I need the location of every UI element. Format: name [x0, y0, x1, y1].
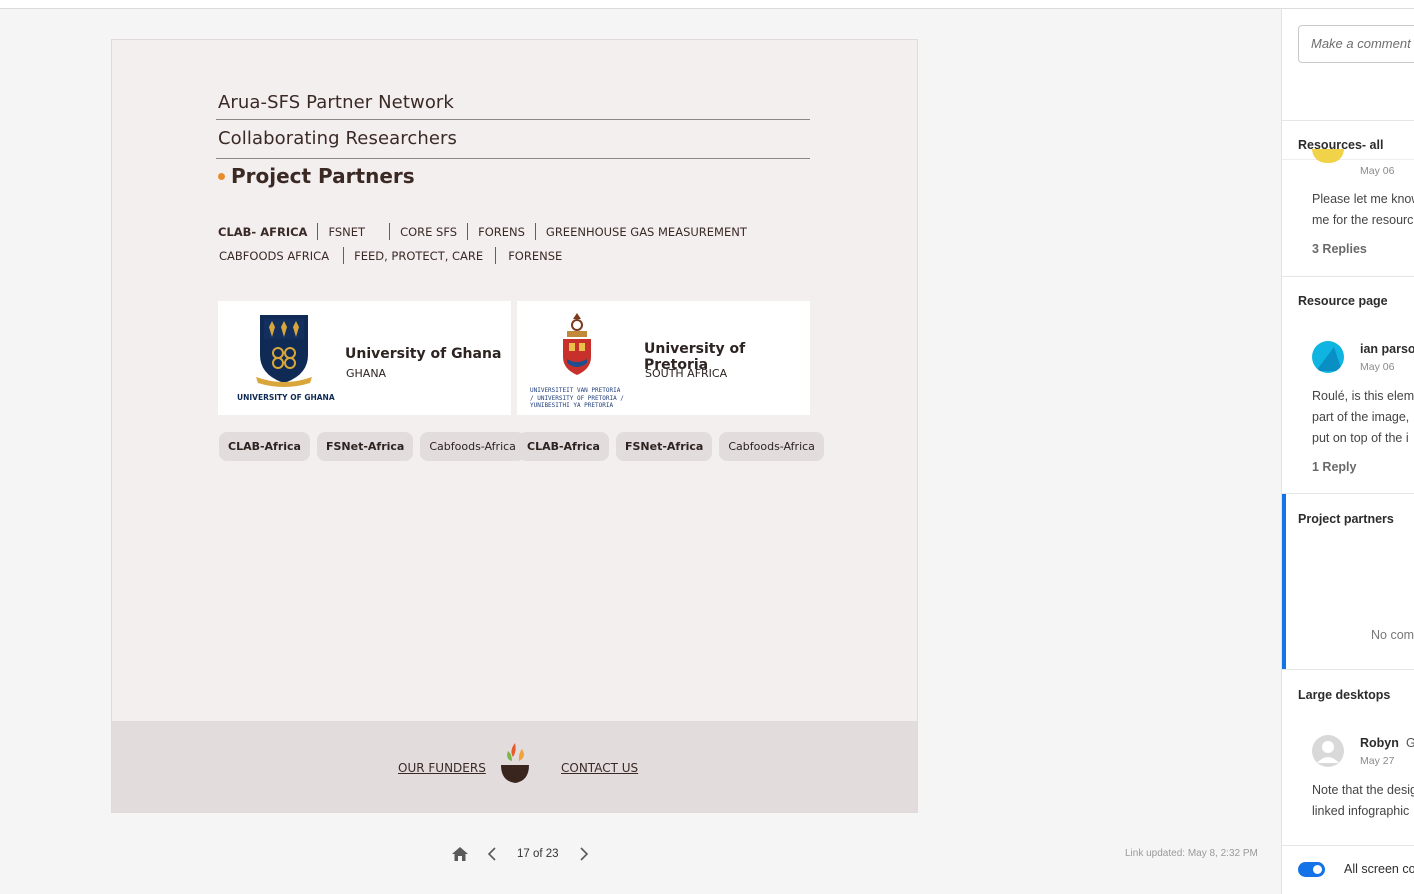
tag[interactable]: CLAB-Africa [219, 432, 310, 461]
screen-pager: 17 of 23 [449, 843, 595, 865]
comments-panel: Make a comment Resources- all May 06 Ple… [1281, 9, 1414, 894]
partner-country: GHANA [346, 367, 387, 380]
filter-cabfoods-africa[interactable]: CABFOODS AFRICA [218, 249, 343, 263]
divider [1282, 159, 1414, 160]
selected-indicator [1282, 494, 1286, 670]
comment-group-title: Resource page [1298, 294, 1388, 308]
comment-date: May 27 [1360, 755, 1395, 767]
avatar [1312, 735, 1344, 767]
chevron-left-icon [487, 847, 496, 861]
section-title: Project Partners [231, 164, 415, 188]
no-comments-text: No com [1371, 628, 1414, 642]
artboard-footer: OUR FUNDERS CONTACT US [112, 721, 917, 812]
chevron-right-icon [580, 847, 588, 861]
nav-divider [216, 119, 810, 120]
link-updated-text: Link updated: May 8, 2:32 PM [1125, 848, 1258, 859]
all-screens-toggle-label: All screen co [1344, 862, 1414, 876]
top-toolbar [0, 0, 1414, 9]
partner-card-pretoria[interactable]: UNIVERSITEIT VAN PRETORIA / UNIVERSITY O… [517, 301, 810, 415]
logo-caption: UNIVERSITEIT VAN PRETORIA / UNIVERSITY O… [530, 387, 624, 409]
partner-card-ghana[interactable]: UNIVERSITY OF GHANA University of Ghana … [218, 301, 511, 415]
comment-text-line: Note that the desig [1312, 783, 1414, 797]
filter-row: CABFOODS AFRICA FEED, PROTECT, CARE FORE… [218, 247, 572, 264]
section-heading: Project Partners [218, 164, 415, 188]
avatar-image [1312, 341, 1344, 373]
comment-input[interactable]: Make a comment [1298, 25, 1414, 63]
tag[interactable]: Cabfoods-Africa [719, 432, 824, 461]
tag[interactable]: FSNet-Africa [316, 432, 414, 461]
home-icon [452, 847, 468, 861]
filter-feed-protect-care[interactable]: FEED, PROTECT, CARE [344, 249, 495, 263]
comment-group-resources-all[interactable]: Resources- all May 06 Please let me know… [1282, 120, 1414, 276]
tag[interactable]: Cabfoods-Africa [420, 432, 525, 461]
home-button[interactable] [449, 843, 471, 865]
comment-author-extra: G [1406, 736, 1414, 750]
nav-item-collaborating-researchers[interactable]: Collaborating Researchers [218, 128, 457, 149]
partner-country: SOUTH AFRICA [645, 367, 728, 380]
screen-counter: 17 of 23 [517, 848, 559, 860]
comment-text-line: Roulé, is this elem [1312, 389, 1414, 403]
filter-forense[interactable]: FORENSE [496, 249, 572, 263]
artboard-preview[interactable]: Arua-SFS Partner Network Collaborating R… [111, 39, 918, 813]
nav-divider [216, 158, 810, 159]
nav-item-partner-network[interactable]: Arua-SFS Partner Network [218, 92, 454, 113]
comment-author: ian parso [1360, 342, 1414, 356]
comment-date: May 06 [1360, 361, 1395, 373]
previous-screen-button[interactable] [481, 843, 503, 865]
comment-group-resource-page[interactable]: Resource page ian parso May 06 Roulé, is… [1282, 276, 1414, 493]
partner-name: University of Ghana [345, 346, 502, 362]
filter-greenhouse-gas[interactable]: GREENHOUSE GAS MEASUREMENT [536, 225, 757, 239]
university-of-pretoria-crest-icon [563, 313, 591, 375]
funders-logo-icon [501, 743, 529, 783]
comment-group-project-partners[interactable]: Project partners No com [1282, 493, 1414, 670]
bullet-icon [218, 172, 225, 180]
tag[interactable]: FSNet-Africa [615, 432, 713, 461]
comment-group-title: Project partners [1298, 512, 1394, 526]
avatar [1312, 149, 1344, 163]
replies-link[interactable]: 1 Reply [1312, 460, 1356, 474]
our-funders-link[interactable]: OUR FUNDERS [398, 761, 486, 775]
university-of-ghana-crest-icon [256, 315, 312, 387]
comment-group-title: Large desktops [1298, 688, 1391, 702]
filter-fsnet[interactable]: FSNET [318, 225, 389, 239]
tag[interactable]: CLAB-Africa [518, 432, 609, 461]
comment-text-line: put on top of the i [1312, 431, 1409, 445]
next-screen-button[interactable] [573, 843, 595, 865]
filter-core-sfs[interactable]: CORE SFS [390, 225, 467, 239]
contact-us-link[interactable]: CONTACT US [561, 761, 638, 775]
replies-link[interactable]: 3 Replies [1312, 242, 1367, 256]
comment-text-line: me for the resourc [1312, 213, 1414, 227]
comment-group-large-desktops[interactable]: Large desktops Robyn G May 27 Note that … [1282, 669, 1414, 845]
logo-caption: UNIVERSITY OF GHANA [237, 393, 335, 402]
comment-date: May 06 [1360, 165, 1395, 177]
comment-text-line: part of the image, [1312, 410, 1410, 424]
user-placeholder-icon [1317, 741, 1339, 763]
filter-clab-africa[interactable]: CLAB- AFRICA [218, 225, 317, 239]
filter-row: CLAB- AFRICA FSNET CORE SFS FORENS GREEN… [218, 223, 757, 240]
comment-text-line: linked infographic [1312, 804, 1410, 818]
partner-tags-ghana: CLAB-Africa FSNet-Africa Cabfoods-Africa [219, 432, 525, 461]
comment-author: Robyn [1360, 736, 1399, 750]
comment-text-line: Please let me know [1312, 192, 1414, 206]
avatar [1312, 341, 1344, 373]
filter-forens[interactable]: FORENS [468, 225, 535, 239]
partner-tags-pretoria: CLAB-Africa FSNet-Africa Cabfoods-Africa [518, 432, 824, 461]
all-screens-toggle[interactable] [1298, 862, 1325, 877]
